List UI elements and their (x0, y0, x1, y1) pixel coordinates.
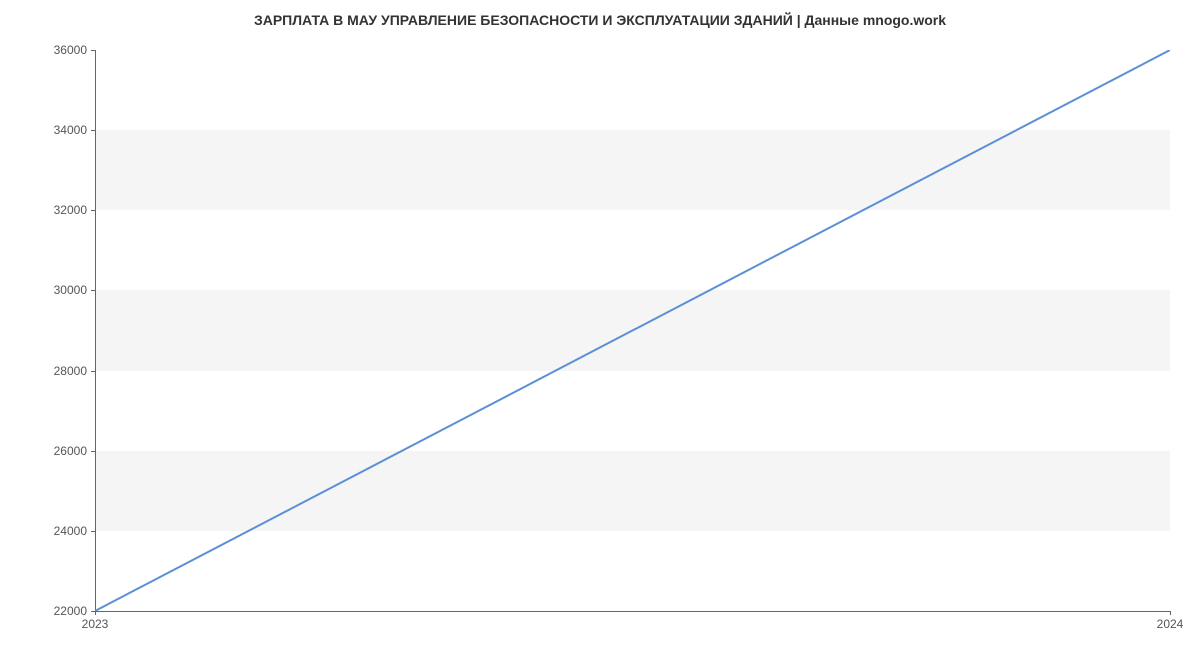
plot-region: 2200024000260002800030000320003400036000… (95, 50, 1170, 612)
y-tick-label: 32000 (54, 203, 87, 217)
y-tick (91, 50, 95, 51)
y-tick (91, 371, 95, 372)
x-tick (1170, 611, 1171, 615)
y-tick (91, 451, 95, 452)
y-tick-label: 24000 (54, 524, 87, 538)
y-tick-label: 34000 (54, 123, 87, 137)
x-tick (95, 611, 96, 615)
chart-area: 2200024000260002800030000320003400036000… (95, 50, 1170, 612)
y-tick (91, 531, 95, 532)
y-tick-label: 30000 (54, 283, 87, 297)
x-tick-label: 2024 (1157, 617, 1184, 631)
y-tick (91, 210, 95, 211)
y-tick (91, 290, 95, 291)
chart-title: ЗАРПЛАТА В МАУ УПРАВЛЕНИЕ БЕЗОПАСНОСТИ И… (0, 12, 1200, 28)
y-tick-label: 26000 (54, 444, 87, 458)
y-tick (91, 130, 95, 131)
y-tick-label: 36000 (54, 43, 87, 57)
line-series (95, 50, 1170, 611)
y-tick-label: 22000 (54, 604, 87, 618)
y-tick-label: 28000 (54, 364, 87, 378)
x-tick-label: 2023 (82, 617, 109, 631)
